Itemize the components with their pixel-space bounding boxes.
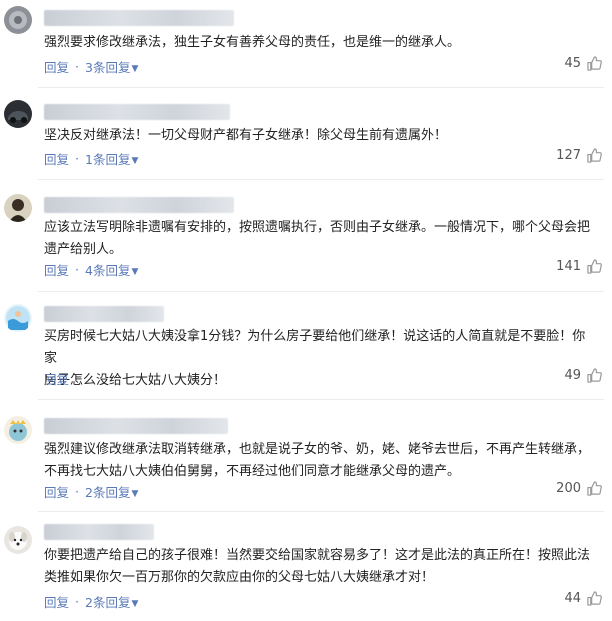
like-count: 200 <box>556 481 581 496</box>
chevron-down-icon: ▼ <box>131 599 139 609</box>
comment-text: 强烈建议修改继承法取消转继承，也就是说子女的爷、奶，姥、姥爷去世后，不再产生转继… <box>44 442 591 479</box>
like-control: 141 <box>556 259 602 274</box>
reply-button[interactable]: 回复 <box>44 369 69 388</box>
comment-text: 应该立法写明除非遗嘱有安排的，按照遗嘱执行，否则由子女继承。一般情况下，哪个父母… <box>44 220 591 257</box>
avatar-dog-icon <box>4 526 32 554</box>
thumbs-up-icon[interactable] <box>587 368 602 383</box>
comment-actions: 回复 · 2条回复▼ <box>44 482 139 501</box>
like-count: 127 <box>556 148 581 163</box>
like-count: 44 <box>564 591 581 606</box>
avatar[interactable] <box>4 194 32 222</box>
username-redacted[interactable] <box>44 197 234 213</box>
reply-button[interactable]: 回复 <box>44 592 69 611</box>
thumbs-up-icon[interactable] <box>587 259 602 274</box>
avatar-person-icon <box>4 194 32 222</box>
avatar-grey-pattern-icon <box>4 6 32 34</box>
reply-button[interactable]: 回复 <box>44 57 69 76</box>
like-count: 49 <box>564 368 581 383</box>
chevron-down-icon: ▼ <box>131 267 139 277</box>
username-redacted[interactable] <box>44 524 154 540</box>
view-replies-button[interactable]: 1条回复▼ <box>85 149 138 168</box>
thumbs-up-icon[interactable] <box>587 591 602 606</box>
avatar[interactable] <box>4 100 32 128</box>
comment-item: 买房时候七大姑八大姨没拿1分钱？为什么房子要给他们继承！说这话的人简直就是不要脸… <box>0 292 612 400</box>
comment-text: 坚决反对继承法！一切父母财产都有子女继承！除父母生前有遗属外！ <box>44 128 448 143</box>
comment-item: 强烈建议修改继承法取消转继承，也就是说子女的爷、奶，姥、姥爷去世后，不再产生转继… <box>0 400 612 512</box>
reply-button[interactable]: 回复 <box>44 149 69 168</box>
comment-text: 买房时候七大姑八大姨没拿1分钱？为什么房子要给他们继承！说这话的人简直就是不要脸… <box>44 329 586 388</box>
view-replies-button[interactable]: 2条回复▼ <box>85 592 138 611</box>
avatar[interactable] <box>4 416 32 444</box>
thumbs-up-icon[interactable] <box>587 481 602 496</box>
username-redacted[interactable] <box>44 10 234 26</box>
avatar-cartoon-icon <box>4 416 32 444</box>
username-redacted[interactable] <box>44 306 164 322</box>
chevron-down-icon: ▼ <box>131 489 139 499</box>
view-replies-button[interactable]: 2条回复▼ <box>85 482 138 501</box>
comment-text: 强烈要求修改继承法，独生子女有善养父母的责任，也是维一的继承人。 <box>44 35 461 50</box>
chevron-down-icon: ▼ <box>131 156 139 166</box>
view-replies-button[interactable]: 4条回复▼ <box>85 260 138 279</box>
chevron-down-icon: ▼ <box>131 64 139 74</box>
comment-item: 强烈要求修改继承法，独生子女有善养父母的责任，也是维一的继承人。 回复 · 3条… <box>0 0 612 88</box>
comment-actions: 回复 <box>44 369 69 388</box>
like-control: 45 <box>564 56 602 71</box>
reply-button[interactable]: 回复 <box>44 260 69 279</box>
avatar[interactable] <box>4 526 32 554</box>
like-control: 44 <box>564 591 602 606</box>
reply-button[interactable]: 回复 <box>44 482 69 501</box>
avatar[interactable] <box>4 6 32 34</box>
comment-item: 应该立法写明除非遗嘱有安排的，按照遗嘱执行，否则由子女继承。一般情况下，哪个父母… <box>0 180 612 292</box>
like-count: 141 <box>556 259 581 274</box>
comment-actions: 回复 · 2条回复▼ <box>44 592 139 611</box>
like-control: 127 <box>556 148 602 163</box>
username-redacted[interactable] <box>44 418 228 434</box>
comment-item: 坚决反对继承法！一切父母财产都有子女继承！除父母生前有遗属外！ 回复 · 1条回… <box>0 88 612 180</box>
comment-actions: 回复 · 4条回复▼ <box>44 260 139 279</box>
like-control: 49 <box>564 368 602 383</box>
like-count: 45 <box>564 56 581 71</box>
username-redacted[interactable] <box>44 104 230 120</box>
thumbs-up-icon[interactable] <box>587 56 602 71</box>
thumbs-up-icon[interactable] <box>587 148 602 163</box>
comment-item: 你要把遗产给自己的孩子很难！当然要交给国家就容易多了！这才是此法的真正所在！按照… <box>0 512 612 621</box>
view-replies-button[interactable]: 3条回复▼ <box>85 57 138 76</box>
avatar-swimmer-icon <box>4 304 32 332</box>
avatar-car-icon <box>4 100 32 128</box>
comment-text: 你要把遗产给自己的孩子很难！当然要交给国家就容易多了！这才是此法的真正所在！按照… <box>44 548 591 585</box>
avatar[interactable] <box>4 304 32 332</box>
comment-actions: 回复 · 3条回复▼ <box>44 57 139 76</box>
comment-actions: 回复 · 1条回复▼ <box>44 149 139 168</box>
like-control: 200 <box>556 481 602 496</box>
